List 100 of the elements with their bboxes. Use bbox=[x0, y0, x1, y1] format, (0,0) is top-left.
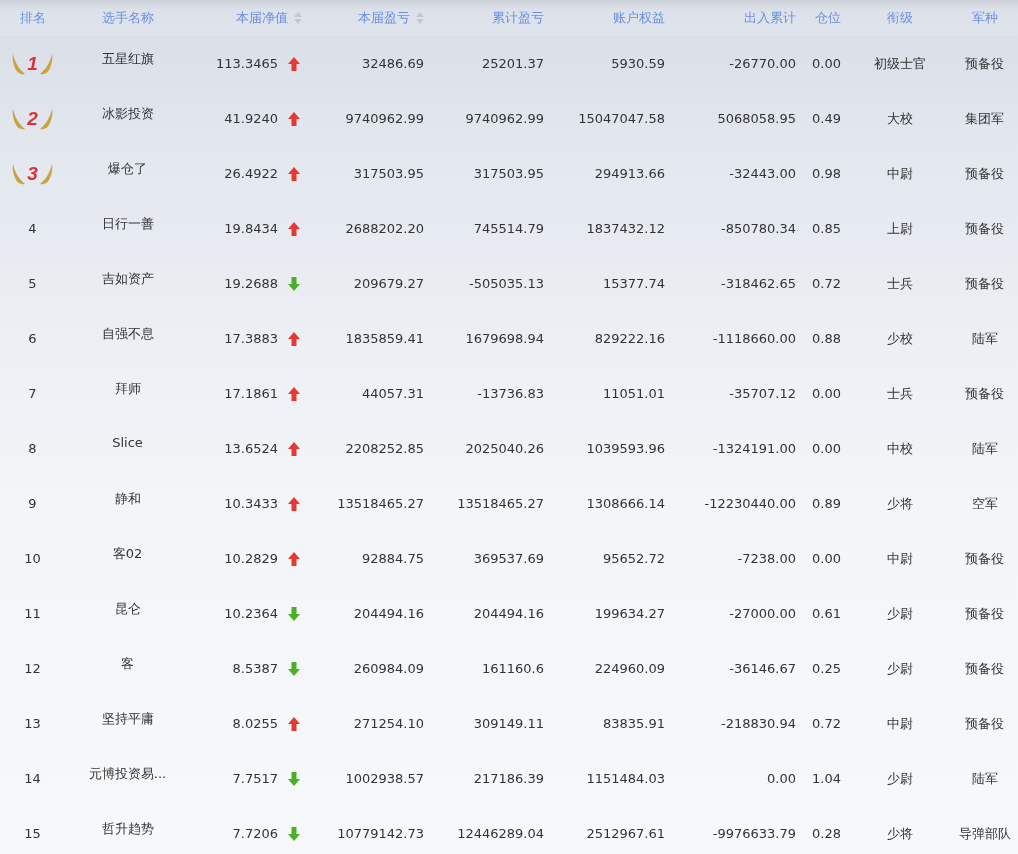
table-cell: 95652.72 bbox=[602, 551, 665, 566]
table-cell: -7238.00 bbox=[737, 551, 796, 566]
table-cell: 9740962.99 bbox=[345, 111, 424, 126]
table-cell: 0.00 bbox=[812, 441, 841, 456]
rank-title: 中尉 bbox=[887, 714, 913, 733]
rank-title: 大校 bbox=[887, 109, 913, 128]
branch-text: 陆军 bbox=[971, 439, 998, 458]
table-cell: -32443.00 bbox=[729, 166, 796, 181]
table-cell: 13518465.27 bbox=[457, 496, 544, 511]
table-cell: 0.00 bbox=[812, 551, 841, 566]
table-cell: -9976633.79 bbox=[712, 826, 796, 841]
table-cell: 204494.16 bbox=[353, 606, 424, 621]
table-cell: 83835.91 bbox=[602, 716, 665, 731]
table-cell: 2688202.20 bbox=[345, 221, 424, 236]
rank-title: 士兵 bbox=[887, 274, 913, 293]
player-name[interactable]: 坚持平庸 bbox=[101, 710, 154, 728]
table-cell: 2208252.85 bbox=[345, 441, 424, 456]
player-name[interactable]: 日行一善 bbox=[101, 215, 154, 233]
table-cell: 317503.95 bbox=[473, 166, 544, 181]
table-cell: 0.28 bbox=[812, 826, 841, 841]
net-value: 8.0255 bbox=[232, 716, 278, 731]
table-cell: 9740962.99 bbox=[465, 111, 544, 126]
table-cell: -27000.00 bbox=[729, 606, 796, 621]
branch-text: 导弹部队 bbox=[958, 824, 1011, 843]
net-value: 7.7206 bbox=[232, 826, 278, 841]
table-cell: 0.88 bbox=[812, 331, 841, 346]
table-cell: -218830.94 bbox=[721, 716, 796, 731]
table-cell: 829222.16 bbox=[594, 331, 665, 346]
table-cell: -13736.83 bbox=[477, 386, 544, 401]
player-name[interactable]: 五星红旗 bbox=[101, 50, 154, 68]
net-value: 113.3465 bbox=[215, 56, 278, 71]
sort-icon[interactable] bbox=[294, 12, 302, 24]
branch-text: 预备役 bbox=[965, 604, 1004, 623]
table-cell: 1002938.57 bbox=[345, 771, 424, 786]
rank-text: 13 bbox=[24, 716, 41, 731]
net-value: 7.7517 bbox=[232, 771, 278, 786]
table-cell: 217186.39 bbox=[473, 771, 544, 786]
branch-text: 预备役 bbox=[965, 659, 1004, 678]
rank-title: 少尉 bbox=[887, 659, 913, 678]
rank-title: 少将 bbox=[887, 824, 913, 843]
player-name[interactable]: 昆仑 bbox=[114, 600, 141, 618]
table-cell: -1324191.00 bbox=[712, 441, 796, 456]
table-cell: 204494.16 bbox=[473, 606, 544, 621]
branch-text: 陆军 bbox=[971, 769, 998, 788]
net-value: 10.3433 bbox=[224, 496, 278, 511]
player-name[interactable]: 客02 bbox=[112, 545, 143, 563]
table-cell: 0.98 bbox=[812, 166, 841, 181]
table-cell: 2512967.61 bbox=[586, 826, 665, 841]
table-cell: 32486.69 bbox=[361, 56, 424, 71]
player-name[interactable]: Slice bbox=[112, 435, 143, 450]
table-cell: 5068058.95 bbox=[717, 111, 796, 126]
player-name[interactable]: 静和 bbox=[114, 490, 141, 508]
table-cell: 0.85 bbox=[812, 221, 841, 236]
table-cell: 0.49 bbox=[812, 111, 841, 126]
player-name[interactable]: 爆仓了 bbox=[108, 160, 147, 178]
player-name[interactable]: 哲升趋势 bbox=[101, 820, 154, 838]
net-value: 19.2688 bbox=[224, 276, 278, 291]
player-name[interactable]: 客 bbox=[121, 655, 134, 673]
net-value: 10.2364 bbox=[224, 606, 278, 621]
rank-text: 5 bbox=[28, 276, 37, 291]
rank-title: 中尉 bbox=[887, 549, 913, 568]
player-name[interactable]: 元博投资易... bbox=[88, 765, 167, 783]
net-value: 41.9240 bbox=[224, 111, 278, 126]
branch-text: 预备役 bbox=[965, 714, 1004, 733]
table-cell: -850780.34 bbox=[721, 221, 796, 236]
rank-text: 9 bbox=[28, 496, 37, 511]
branch-text: 预备役 bbox=[965, 54, 1004, 73]
rank-text: 15 bbox=[24, 826, 41, 841]
table-cell: 294913.66 bbox=[594, 166, 665, 181]
table-cell: 1.04 bbox=[812, 771, 841, 786]
rank-text: 10 bbox=[24, 551, 41, 566]
rank-text: 11 bbox=[24, 606, 41, 621]
branch-text: 预备役 bbox=[965, 274, 1004, 293]
table-cell: 0.00 bbox=[812, 56, 841, 71]
player-name[interactable]: 自强不息 bbox=[101, 325, 154, 343]
table-cell: 25201.37 bbox=[481, 56, 544, 71]
rank-title: 中尉 bbox=[887, 164, 913, 183]
table-cell: 199634.27 bbox=[594, 606, 665, 621]
table-cell: 0.00 bbox=[812, 386, 841, 401]
table-cell: 1679698.94 bbox=[465, 331, 544, 346]
table-cell: -1118660.00 bbox=[712, 331, 796, 346]
rank-title: 上尉 bbox=[887, 219, 913, 238]
rank-title: 少将 bbox=[887, 494, 913, 513]
table-cell: 0.72 bbox=[812, 716, 841, 731]
player-name[interactable]: 吉如资产 bbox=[101, 270, 154, 288]
player-name[interactable]: 拜师 bbox=[114, 380, 141, 398]
table-cell: 92884.75 bbox=[361, 551, 424, 566]
rank-title: 中校 bbox=[887, 439, 913, 458]
sort-icon[interactable] bbox=[416, 12, 424, 24]
branch-text: 陆军 bbox=[971, 329, 998, 348]
branch-text: 预备役 bbox=[965, 164, 1004, 183]
table-cell: 15047047.58 bbox=[578, 111, 665, 126]
table-cell: 271254.10 bbox=[353, 716, 424, 731]
table-cell: 161160.6 bbox=[481, 661, 544, 676]
branch-text: 预备役 bbox=[965, 219, 1004, 238]
net-value: 19.8434 bbox=[224, 221, 278, 236]
player-name[interactable]: 冰影投资 bbox=[101, 105, 154, 123]
table-cell: 369537.69 bbox=[473, 551, 544, 566]
net-value: 17.3883 bbox=[224, 331, 278, 346]
table-cell: 0.61 bbox=[812, 606, 841, 621]
